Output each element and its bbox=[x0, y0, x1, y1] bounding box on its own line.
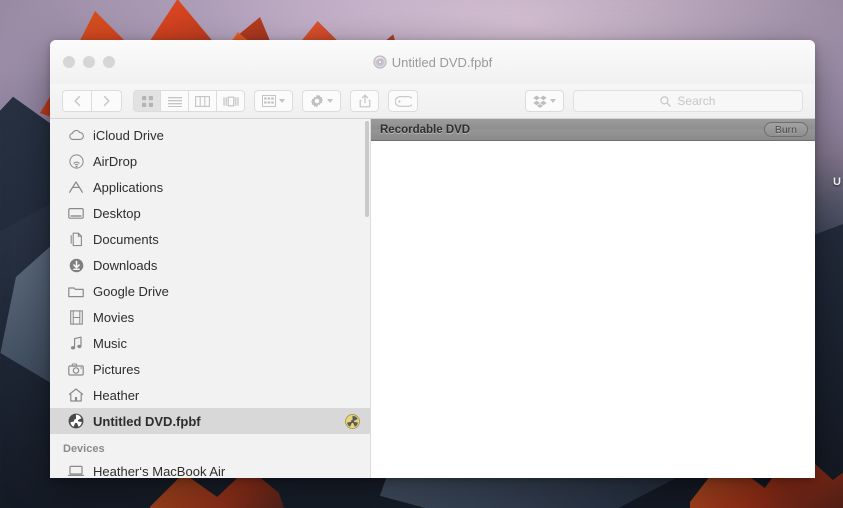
window-titlebar[interactable]: Untitled DVD.fpbf bbox=[50, 40, 815, 84]
cloud-icon bbox=[68, 127, 84, 143]
burn-button[interactable]: Burn bbox=[763, 122, 808, 137]
folder-icon bbox=[68, 283, 84, 299]
sidebar-item-heather[interactable]: Heather bbox=[50, 382, 370, 408]
sidebar-item-movies[interactable]: Movies bbox=[50, 304, 370, 330]
sidebar-item-google-drive[interactable]: Google Drive bbox=[50, 278, 370, 304]
sidebar-item-label: Heather bbox=[93, 387, 140, 403]
home-icon bbox=[68, 387, 84, 403]
sidebar-item-music[interactable]: Music bbox=[50, 330, 370, 356]
chevron-down-icon bbox=[279, 99, 286, 103]
close-button[interactable] bbox=[63, 56, 75, 68]
camera-icon bbox=[68, 361, 84, 377]
list-icon bbox=[167, 96, 182, 107]
chevron-down-icon bbox=[327, 99, 334, 103]
downloads-icon bbox=[68, 257, 84, 273]
finder-sidebar: iCloud Drive AirDrop Applications Deskto… bbox=[50, 119, 371, 478]
finder-content: Recordable DVD Burn bbox=[371, 119, 815, 478]
sidebar-item-label: AirDrop bbox=[93, 153, 138, 169]
icon-view-button[interactable] bbox=[133, 90, 161, 112]
laptop-icon bbox=[68, 463, 84, 478]
arrange-button[interactable] bbox=[254, 90, 294, 112]
burn-badge-icon[interactable] bbox=[345, 413, 360, 429]
movies-icon bbox=[68, 309, 84, 325]
columns-icon bbox=[195, 95, 210, 107]
list-view-button[interactable] bbox=[161, 90, 189, 112]
minimize-button[interactable] bbox=[83, 56, 95, 68]
navigation-buttons bbox=[62, 90, 122, 112]
search-placeholder: Search bbox=[677, 94, 716, 108]
finder-window: Untitled DVD.fpbf Search iCloud Drive Ai… bbox=[50, 40, 815, 478]
documents-icon bbox=[68, 231, 84, 247]
sidebar-item-pictures[interactable]: Pictures bbox=[50, 356, 370, 382]
view-mode-buttons bbox=[133, 90, 245, 112]
burn-folder-icon bbox=[68, 413, 84, 429]
share-icon bbox=[359, 94, 371, 108]
zoom-button[interactable] bbox=[103, 56, 115, 68]
sidebar-item-label: Downloads bbox=[93, 257, 158, 273]
dropbox-icon bbox=[533, 95, 547, 108]
grid-icon bbox=[141, 95, 153, 107]
gallery-view-button[interactable] bbox=[217, 90, 245, 112]
sidebar-item-label: iCloud Drive bbox=[93, 127, 164, 143]
sidebar-scrollbar[interactable] bbox=[365, 121, 369, 217]
chevron-left-icon bbox=[74, 95, 80, 107]
tag-icon bbox=[394, 95, 412, 107]
dropbox-button[interactable] bbox=[524, 90, 564, 112]
desktop-icon-label[interactable]: U bbox=[833, 176, 841, 188]
sidebar-item-label: Documents bbox=[93, 231, 159, 247]
arrange-icon bbox=[262, 95, 277, 107]
window-title: Untitled DVD.fpbf bbox=[50, 40, 815, 84]
window-title-text: Untitled DVD.fpbf bbox=[391, 54, 493, 70]
sidebar-item-downloads[interactable]: Downloads bbox=[50, 252, 370, 278]
search-input[interactable]: Search bbox=[572, 90, 803, 112]
chevron-right-icon bbox=[103, 95, 110, 107]
window-controls bbox=[50, 56, 115, 68]
search-icon bbox=[660, 95, 672, 107]
airdrop-icon bbox=[68, 153, 84, 169]
share-button[interactable] bbox=[350, 90, 380, 112]
sidebar-section-devices: Devices bbox=[63, 443, 105, 455]
column-view-button[interactable] bbox=[189, 90, 217, 112]
sidebar-item-desktop[interactable]: Desktop bbox=[50, 200, 370, 226]
sidebar-item-label: Untitled DVD.fpbf bbox=[93, 413, 201, 429]
action-button[interactable] bbox=[302, 90, 342, 112]
gear-icon bbox=[310, 94, 324, 108]
back-button[interactable] bbox=[62, 90, 92, 112]
sidebar-item-macbook-air[interactable]: Heather‘s MacBook Air bbox=[50, 458, 370, 478]
chevron-down-icon bbox=[549, 99, 556, 103]
applications-icon bbox=[68, 179, 84, 195]
sidebar-item-airdrop[interactable]: AirDrop bbox=[50, 148, 370, 174]
forward-button[interactable] bbox=[92, 90, 122, 112]
window-body: iCloud Drive AirDrop Applications Deskto… bbox=[50, 119, 815, 478]
finder-toolbar: Search bbox=[50, 84, 815, 119]
sidebar-item-icloud-drive[interactable]: iCloud Drive bbox=[50, 122, 370, 148]
burn-bar-title: Recordable DVD bbox=[380, 123, 471, 136]
sidebar-item-label: Movies bbox=[93, 309, 135, 325]
gallery-icon bbox=[222, 96, 239, 106]
sidebar-item-label: Applications bbox=[93, 179, 164, 195]
burn-button-label: Burn bbox=[774, 123, 797, 136]
sidebar-item-label: Pictures bbox=[93, 361, 140, 377]
sidebar-item-applications[interactable]: Applications bbox=[50, 174, 370, 200]
sidebar-item-label: Desktop bbox=[93, 205, 141, 221]
optical-disc-icon bbox=[373, 55, 387, 69]
sidebar-item-label: Heather‘s MacBook Air bbox=[93, 463, 226, 479]
music-note-icon bbox=[68, 335, 84, 351]
sidebar-item-documents[interactable]: Documents bbox=[50, 226, 370, 252]
desktop-icon bbox=[68, 205, 84, 221]
file-list-area[interactable] bbox=[371, 141, 815, 478]
sidebar-item-label: Music bbox=[93, 335, 127, 351]
burn-bar: Recordable DVD Burn bbox=[371, 119, 815, 141]
tags-button[interactable] bbox=[388, 90, 418, 112]
sidebar-item-label: Google Drive bbox=[93, 283, 169, 299]
sidebar-item-untitled-dvd[interactable]: Untitled DVD.fpbf bbox=[50, 408, 370, 434]
